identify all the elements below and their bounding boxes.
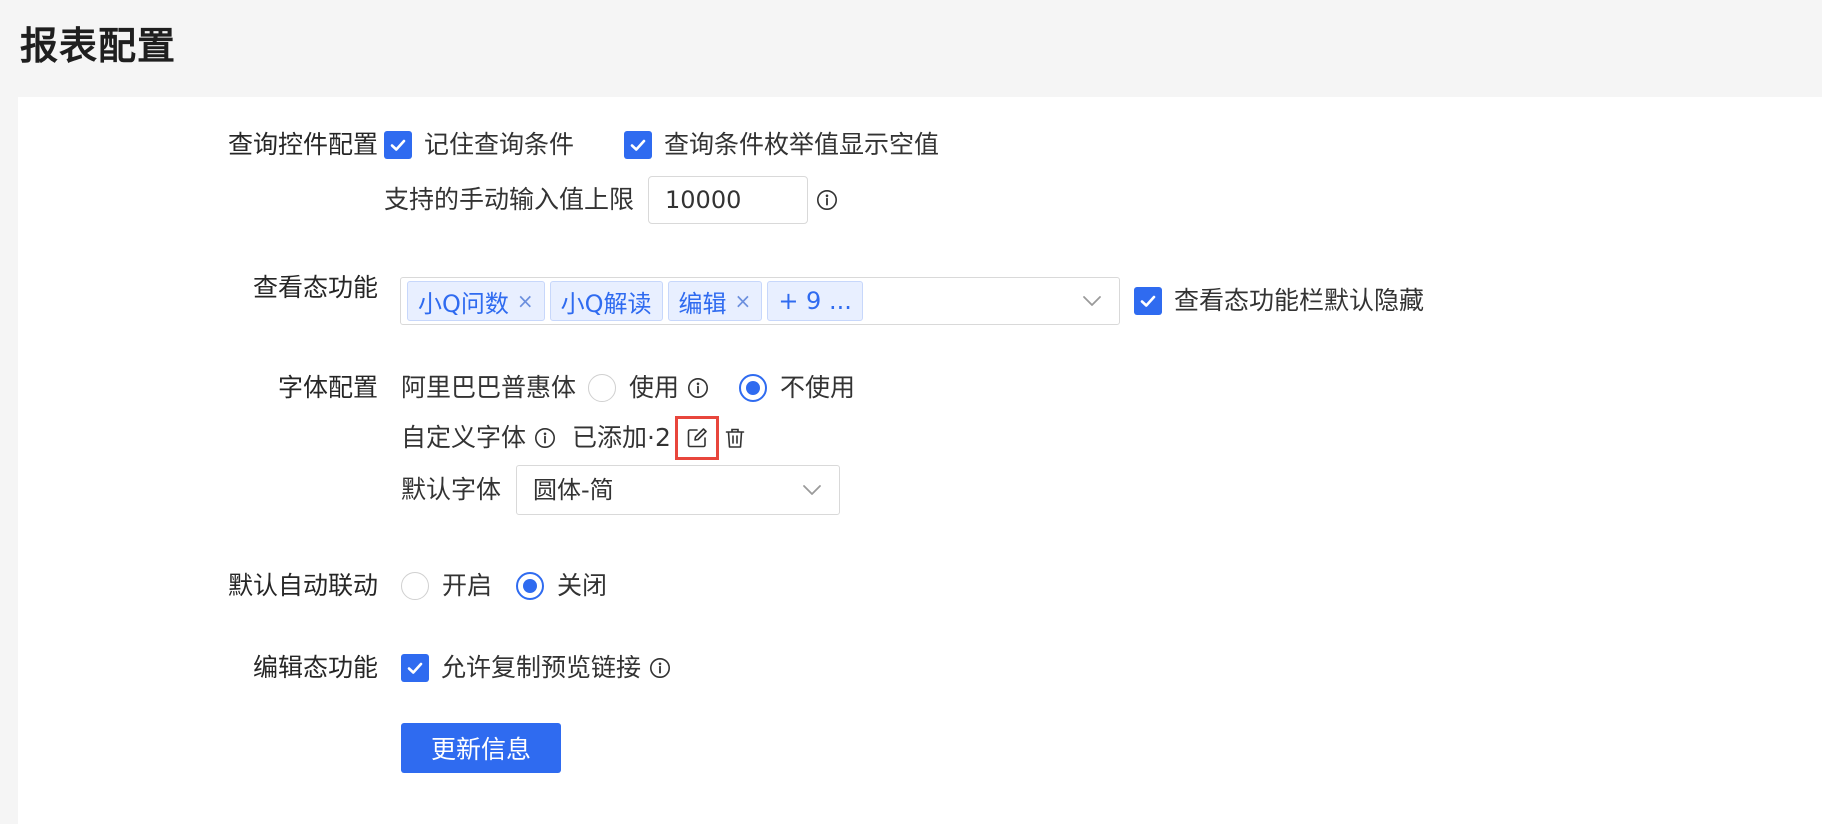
alibaba-font-label: 阿里巴巴普惠体 xyxy=(401,373,577,402)
default-font-value: 圆体-简 xyxy=(533,476,614,504)
page-title: 报表配置 xyxy=(20,24,177,68)
remember-conditions-option[interactable]: 记住查询条件 xyxy=(384,128,574,162)
tag-label: 小Q问数 xyxy=(418,289,509,318)
allow-copy-preview-checkbox[interactable] xyxy=(401,654,429,682)
chevron-down-icon[interactable] xyxy=(1081,290,1103,312)
default-font-label: 默认字体 xyxy=(401,475,502,504)
edit-features-label: 编辑态功能 xyxy=(252,653,378,682)
hide-by-default-option[interactable]: 查看态功能栏默认隐藏 xyxy=(1134,284,1424,318)
hide-by-default-label: 查看态功能栏默认隐藏 xyxy=(1174,286,1425,315)
manual-input-limit-field[interactable]: 10000 xyxy=(648,176,809,224)
custom-font-label: 自定义字体 xyxy=(401,423,527,452)
chevron-down-icon xyxy=(803,485,821,495)
update-info-button[interactable]: 更新信息 xyxy=(401,723,561,773)
allow-copy-preview-label: 允许复制预览链接 xyxy=(441,653,642,682)
allow-copy-preview-option[interactable]: 允许复制预览链接 xyxy=(401,651,671,685)
alibaba-font-not-use-label[interactable]: 不使用 xyxy=(780,371,855,405)
tag-label: 编辑 xyxy=(678,289,727,318)
default-font-row: 默认字体 圆体-简 xyxy=(401,465,841,515)
alibaba-font-row: 阿里巴巴普惠体 使用 不使用 xyxy=(401,371,855,405)
config-panel xyxy=(18,97,1822,824)
custom-font-row: 自定义字体 已添加·2 xyxy=(401,416,747,460)
alibaba-font-use-label[interactable]: 使用 xyxy=(629,371,679,405)
auto-link-on-label[interactable]: 开启 xyxy=(442,569,492,603)
remember-conditions-checkbox[interactable] xyxy=(384,131,412,159)
tag-xiaoq-interpret[interactable]: 小Q解读 xyxy=(549,281,663,321)
default-font-select[interactable]: 圆体-简 xyxy=(516,465,841,515)
auto-link-on-radio[interactable] xyxy=(401,572,429,600)
manual-input-limit-row: 支持的手动输入值上限 10000 xyxy=(384,176,838,224)
info-icon[interactable] xyxy=(816,189,838,211)
tag-label: 小Q解读 xyxy=(560,289,652,318)
tag-label: + 9 ... xyxy=(778,287,852,315)
alibaba-font-use-radio[interactable] xyxy=(588,374,617,402)
view-features-label: 查看态功能 xyxy=(252,273,378,302)
auto-link-label: 默认自动联动 xyxy=(227,571,378,600)
check-icon xyxy=(1140,295,1156,307)
info-icon[interactable] xyxy=(687,377,709,399)
auto-link-off-label[interactable]: 关闭 xyxy=(557,569,607,603)
font-config-label: 字体配置 xyxy=(277,373,378,402)
tag-edit[interactable]: 编辑 × xyxy=(667,281,763,321)
view-features-select[interactable]: 小Q问数 × 小Q解读 编辑 × + 9 ... xyxy=(400,277,1120,325)
manual-input-limit-label: 支持的手动输入值上限 xyxy=(384,185,635,214)
tag-more-count[interactable]: + 9 ... xyxy=(767,281,863,321)
custom-font-added-count: 已添加·2 xyxy=(572,423,671,452)
check-icon xyxy=(630,139,646,151)
remember-conditions-label: 记住查询条件 xyxy=(424,130,575,159)
show-empty-enum-checkbox[interactable] xyxy=(624,131,652,159)
show-empty-enum-option[interactable]: 查询条件枚举值显示空值 xyxy=(624,128,939,162)
query-control-label: 查询控件配置 xyxy=(227,130,378,159)
check-icon xyxy=(407,662,423,674)
close-icon[interactable]: × xyxy=(735,289,752,313)
show-empty-enum-label: 查询条件枚举值显示空值 xyxy=(664,130,940,159)
auto-link-options: 开启 关闭 xyxy=(401,569,607,603)
info-icon[interactable] xyxy=(534,427,556,449)
tag-xiaoq-ask[interactable]: 小Q问数 × xyxy=(407,281,545,321)
close-icon[interactable]: × xyxy=(517,289,534,313)
auto-link-off-radio[interactable] xyxy=(516,572,545,600)
trash-icon[interactable] xyxy=(723,426,747,450)
edit-icon[interactable] xyxy=(674,416,719,460)
check-icon xyxy=(390,139,406,151)
info-icon[interactable] xyxy=(649,657,671,679)
alibaba-font-not-use-radio[interactable] xyxy=(739,374,768,402)
hide-by-default-checkbox[interactable] xyxy=(1134,287,1162,315)
